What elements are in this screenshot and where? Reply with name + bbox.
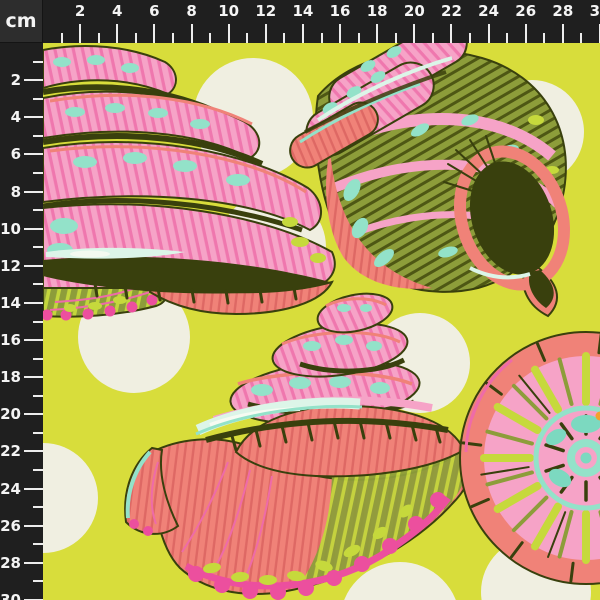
ruler-number: 10 xyxy=(218,2,239,20)
ruler-number: 18 xyxy=(0,368,21,386)
ruler-number: 24 xyxy=(478,2,499,20)
ruler-number: 14 xyxy=(0,294,21,312)
ruler-tick xyxy=(33,61,43,63)
ruler-tick xyxy=(209,33,211,43)
ruler-number: 28 xyxy=(0,554,21,572)
ruler-tick xyxy=(506,33,508,43)
ruler-number: 4 xyxy=(112,2,122,20)
ruler-number: 26 xyxy=(515,2,536,20)
ruler-tick xyxy=(228,24,230,43)
ruler-tick xyxy=(98,33,100,43)
ruler-tick xyxy=(24,339,43,341)
ruler-tick xyxy=(24,191,43,193)
ruler-number: 24 xyxy=(0,480,21,498)
ruler-number: 4 xyxy=(11,108,21,126)
ruler-tick xyxy=(33,321,43,323)
fabric-swatch-viewer: { "ruler": { "unit_label": "cm", "px_per… xyxy=(0,0,600,600)
ruler-number: 20 xyxy=(404,2,425,20)
ruler-tick xyxy=(33,135,43,137)
ruler-number: 16 xyxy=(330,2,351,20)
ruler-tick xyxy=(246,33,248,43)
ruler-tick xyxy=(395,33,397,43)
ruler-number: 18 xyxy=(367,2,388,20)
ruler-tick xyxy=(321,33,323,43)
ruler-tick xyxy=(24,376,43,378)
ruler-tick xyxy=(79,24,81,43)
ruler-tick xyxy=(24,562,43,564)
ruler-number: 10 xyxy=(0,220,21,238)
ruler-tick xyxy=(61,33,63,43)
ruler-tick xyxy=(283,33,285,43)
fabric-print xyxy=(43,43,600,600)
top-ruler: 24681012141618202224262830 xyxy=(43,0,600,43)
ruler-number: 26 xyxy=(0,517,21,535)
ruler-tick xyxy=(191,24,193,43)
ruler-tick xyxy=(33,395,43,397)
ruler-tick xyxy=(33,432,43,434)
ruler-tick xyxy=(24,265,43,267)
ruler-tick xyxy=(376,24,378,43)
ruler-number: 6 xyxy=(149,2,159,20)
ruler-number: 8 xyxy=(186,2,196,20)
ruler-tick xyxy=(33,580,43,582)
ruler-number: 30 xyxy=(0,591,21,600)
ruler-number: 20 xyxy=(0,405,21,423)
ruler-tick xyxy=(116,24,118,43)
ruler-tick xyxy=(543,33,545,43)
ruler-tick xyxy=(24,228,43,230)
ruler-number: 2 xyxy=(11,71,21,89)
ruler-number: 8 xyxy=(11,183,21,201)
ruler-tick xyxy=(450,24,452,43)
fabric-swatch-image xyxy=(43,43,600,600)
ruler-tick xyxy=(24,488,43,490)
ruler-tick xyxy=(302,24,304,43)
ruler-tick xyxy=(580,33,582,43)
ruler-tick xyxy=(33,358,43,360)
ruler-tick xyxy=(33,209,43,211)
ruler-number: 12 xyxy=(0,257,21,275)
ruler-tick xyxy=(135,33,137,43)
ruler-tick xyxy=(33,172,43,174)
ruler-tick xyxy=(488,24,490,43)
ruler-number: 12 xyxy=(255,2,276,20)
ruler-tick xyxy=(33,543,43,545)
ruler-tick xyxy=(24,450,43,452)
ruler-number: 30 xyxy=(590,2,600,20)
ruler-tick xyxy=(33,246,43,248)
ruler-tick xyxy=(153,24,155,43)
ruler-tick xyxy=(172,33,174,43)
ruler-number: 28 xyxy=(552,2,573,20)
ruler-tick xyxy=(525,24,527,43)
ruler-tick xyxy=(33,283,43,285)
ruler-tick xyxy=(33,469,43,471)
ruler-number: 14 xyxy=(292,2,313,20)
ruler-number: 16 xyxy=(0,331,21,349)
ruler-tick xyxy=(33,506,43,508)
ruler-tick xyxy=(469,33,471,43)
ruler-tick xyxy=(339,24,341,43)
ruler-tick xyxy=(33,98,43,100)
ruler-number: 22 xyxy=(441,2,462,20)
ruler-tick xyxy=(413,24,415,43)
ruler-number: 22 xyxy=(0,442,21,460)
ruler-tick xyxy=(24,413,43,415)
ruler-tick xyxy=(265,24,267,43)
ruler-unit-label: cm xyxy=(0,0,43,43)
ruler-tick xyxy=(24,525,43,527)
ruler-tick xyxy=(432,33,434,43)
ruler-tick xyxy=(24,153,43,155)
ruler-number: 2 xyxy=(75,2,85,20)
ruler-number: 6 xyxy=(11,145,21,163)
ruler-tick xyxy=(24,302,43,304)
unit-text: cm xyxy=(5,10,36,32)
ruler-tick xyxy=(24,116,43,118)
ruler-tick xyxy=(358,33,360,43)
ruler-tick xyxy=(24,79,43,81)
left-ruler: 24681012141618202224262830 xyxy=(0,43,43,600)
ruler-tick xyxy=(562,24,564,43)
